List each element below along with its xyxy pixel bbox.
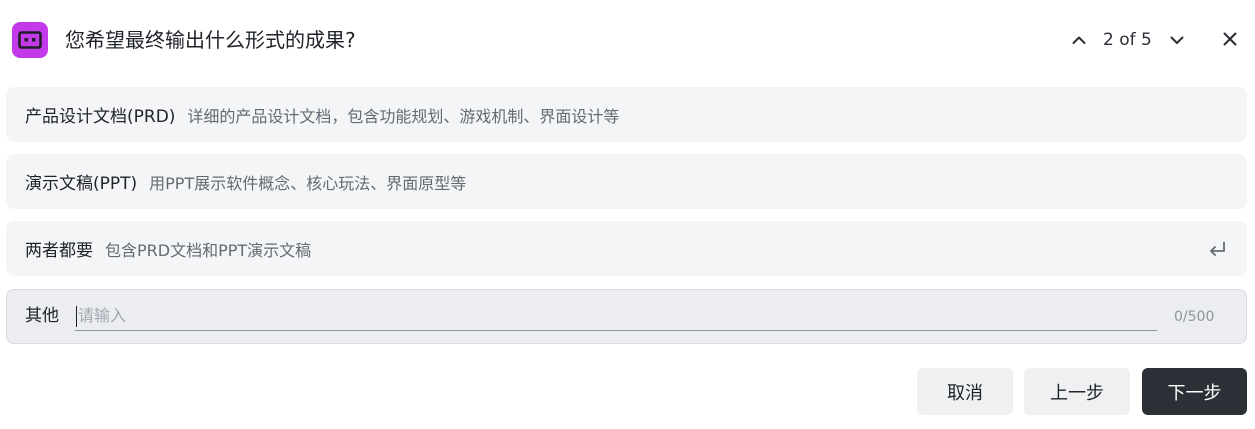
option-title: 演示文稿(PPT) [25,174,138,194]
close-icon[interactable] [1218,27,1242,51]
option-prd[interactable]: 产品设计文档(PRD) 详细的产品设计文档，包含功能规划、游戏机制、界面设计等 [6,87,1247,142]
option-description: 用PPT展示软件概念、核心玩法、界面原型等 [149,173,467,193]
question-title: 您希望最终输出什么形式的成果? [65,28,356,52]
question-dialog: 您希望最终输出什么形式的成果? 2 of 5 产品设计文档(PRD) 详细的产品… [0,0,1255,429]
option-title: 产品设计文档(PRD) [25,107,176,127]
robot-face-icon [12,22,48,58]
cancel-button[interactable]: 取消 [917,368,1013,415]
previous-step-button[interactable]: 上一步 [1024,368,1130,415]
option-other[interactable]: 其他 0/500 [6,289,1247,344]
dialog-header: 您希望最终输出什么形式的成果? 2 of 5 [0,0,1255,80]
option-description: 包含PRD文档和PPT演示文稿 [105,240,312,260]
text-cursor [76,306,77,327]
character-counter: 0/500 [1174,309,1215,325]
option-both[interactable]: 两者都要 包含PRD文档和PPT演示文稿 [6,221,1247,276]
enter-return-icon [1207,238,1229,260]
chevron-down-icon[interactable] [1165,28,1189,52]
option-title: 两者都要 [25,241,93,261]
pager-indicator: 2 of 5 [1103,30,1152,50]
other-input[interactable] [75,301,1157,331]
option-description: 详细的产品设计文档，包含功能规划、游戏机制、界面设计等 [187,106,620,126]
option-ppt[interactable]: 演示文稿(PPT) 用PPT展示软件概念、核心玩法、界面原型等 [6,154,1247,209]
chevron-up-icon[interactable] [1067,28,1091,52]
next-step-button[interactable]: 下一步 [1142,368,1247,415]
other-label: 其他 [25,306,59,326]
